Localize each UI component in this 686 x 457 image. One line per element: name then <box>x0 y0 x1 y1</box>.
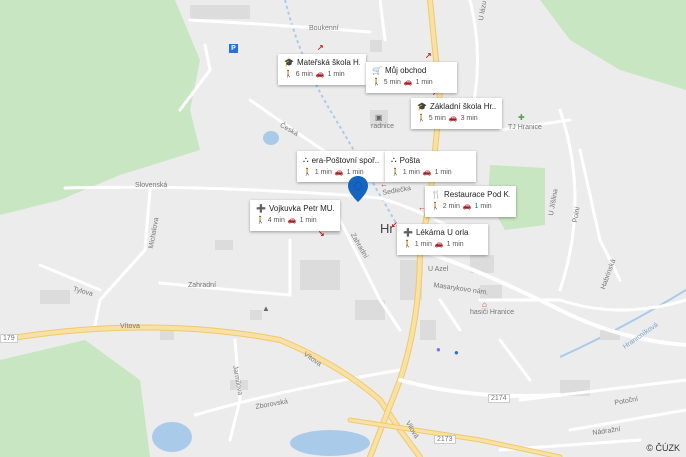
town-hall-icon[interactable]: ▣ <box>375 113 383 122</box>
walk-icon: 🚶 <box>431 203 440 210</box>
parking-icon[interactable]: P <box>229 44 238 53</box>
post-icon: ⛬ <box>391 155 397 164</box>
drive-time: 1 min <box>434 168 452 176</box>
place-name: Restaurace Pod K... <box>443 190 510 199</box>
place-name: Vojkuvka Petr MU... <box>268 204 334 213</box>
shop-marker-icon[interactable]: ● <box>436 345 441 354</box>
place-name: era-Poštovní spoř... <box>311 155 379 165</box>
info-marker-icon[interactable]: ● <box>454 348 459 357</box>
medical-icon: ➕ <box>256 204 266 213</box>
place-name: Pošta <box>399 155 421 165</box>
walk-time: 5 min <box>428 114 446 122</box>
forest-area <box>540 0 686 90</box>
car-icon: 🚗 <box>448 115 458 122</box>
road-number: 2174 <box>488 394 510 403</box>
pond <box>152 422 192 452</box>
place-card[interactable]: ➕ Lékárna U orla 🚶 1 min 🚗 1 min <box>397 224 488 255</box>
place-card[interactable]: ⛬ Pošta 🚶 1 min 🚗 1 min <box>385 151 476 182</box>
place-label: TJ Hranice <box>508 124 542 131</box>
car-icon: 🚗 <box>334 169 344 176</box>
forest-area <box>0 340 150 457</box>
car-icon: 🚗 <box>287 217 297 224</box>
place-name: Můj obchod <box>384 66 427 75</box>
fire-station-icon[interactable]: ⌂ <box>482 300 487 309</box>
drive-time: 3 min <box>460 114 478 122</box>
walk-icon: 🚶 <box>284 71 293 78</box>
place-card[interactable]: 🍴 Restaurace Pod K... 🚶 2 min 🚗 1 min <box>425 186 516 217</box>
street-label: Vítova <box>120 323 140 330</box>
direction-arrow-icon[interactable]: ↗ <box>425 52 433 60</box>
street-label: Slovenská <box>135 182 168 189</box>
church-icon[interactable]: ▲ <box>262 304 270 313</box>
direction-arrow-icon[interactable]: ↘ <box>318 230 326 238</box>
walk-icon: 🚶 <box>303 169 312 176</box>
bank-icon: ⛬ <box>303 155 309 164</box>
restaurant-icon: 🍴 <box>431 190 441 199</box>
place-card[interactable]: ➕ Vojkuvka Petr MU... 🚶 4 min 🚗 1 min <box>250 200 340 231</box>
walk-icon: 🚶 <box>403 241 412 248</box>
car-icon: 🚗 <box>462 203 472 210</box>
street-label: Boukenní <box>309 25 339 32</box>
medical-icon: ➕ <box>403 228 413 237</box>
drive-time: 1 min <box>327 70 345 78</box>
place-label: hasiči Hranice <box>470 309 514 316</box>
forest-area <box>0 0 200 215</box>
walk-time: 1 min <box>414 240 432 248</box>
copyright-text: © ČÚZK <box>646 443 680 453</box>
car-icon: 🚗 <box>403 79 413 86</box>
school-icon: 🎓 <box>284 58 294 67</box>
place-card[interactable]: 🛒 Můj obchod 🚶 5 min 🚗 1 min <box>366 62 457 93</box>
place-name: Základní škola Hr... <box>429 102 496 111</box>
place-card[interactable]: ⛬ era-Poštovní spoř... 🚶 1 min 🚗 1 min <box>297 151 385 182</box>
drive-time: 1 min <box>299 216 317 224</box>
direction-arrow-icon[interactable]: ← <box>380 181 388 189</box>
pond <box>263 131 279 145</box>
sport-icon[interactable]: ✚ <box>518 113 525 122</box>
walk-time: 1 min <box>402 168 420 176</box>
drive-time: 1 min <box>446 240 464 248</box>
drive-time: 1 min <box>415 78 433 86</box>
location-pin-icon[interactable] <box>347 175 369 203</box>
walk-icon: 🚶 <box>372 79 381 86</box>
place-card[interactable]: 🎓 Mateřská škola H... 🚶 6 min 🚗 1 min <box>278 54 366 85</box>
walk-icon: 🚶 <box>417 115 426 122</box>
road-number: 2173 <box>434 435 456 444</box>
car-icon: 🚗 <box>434 241 444 248</box>
walk-icon: 🚶 <box>256 217 265 224</box>
school-icon: 🎓 <box>417 102 427 111</box>
map-canvas[interactable]: Boukenní Česká Slovenská Sedlečka Michal… <box>0 0 686 457</box>
place-card[interactable]: 🎓 Základní škola Hr... 🚶 5 min 🚗 3 min <box>411 98 502 129</box>
car-icon: 🚗 <box>315 71 325 78</box>
place-name: Mateřská škola H... <box>296 58 360 67</box>
direction-arrow-icon[interactable]: ↗ <box>317 44 325 52</box>
walk-time: 6 min <box>295 70 313 78</box>
walk-time: 5 min <box>383 78 401 86</box>
road-number: 179 <box>0 334 18 343</box>
place-label: U Azel <box>428 266 449 273</box>
car-icon: 🚗 <box>422 169 432 176</box>
pond <box>290 430 370 456</box>
place-name: Lékárna U orla <box>415 228 469 237</box>
street-label: Zahradní <box>188 282 217 289</box>
drive-time: 1 min <box>474 202 492 210</box>
shop-icon: 🛒 <box>372 66 382 75</box>
place-label: radnice <box>371 123 394 130</box>
walk-icon: 🚶 <box>391 169 400 176</box>
walk-time: 4 min <box>267 216 285 224</box>
walk-time: 1 min <box>314 168 332 176</box>
walk-time: 2 min <box>442 202 460 210</box>
